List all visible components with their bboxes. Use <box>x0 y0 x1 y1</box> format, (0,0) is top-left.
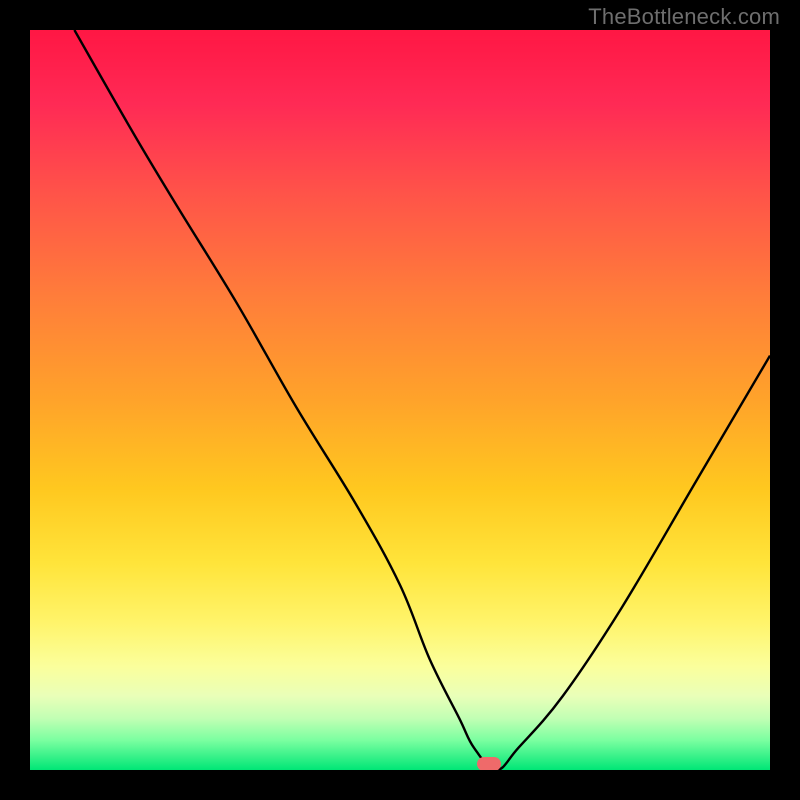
watermark-text: TheBottleneck.com <box>588 4 780 30</box>
curve-path <box>74 30 770 770</box>
optimum-marker <box>477 757 501 770</box>
chart-frame: TheBottleneck.com <box>0 0 800 800</box>
bottleneck-curve <box>30 30 770 770</box>
plot-area <box>30 30 770 770</box>
